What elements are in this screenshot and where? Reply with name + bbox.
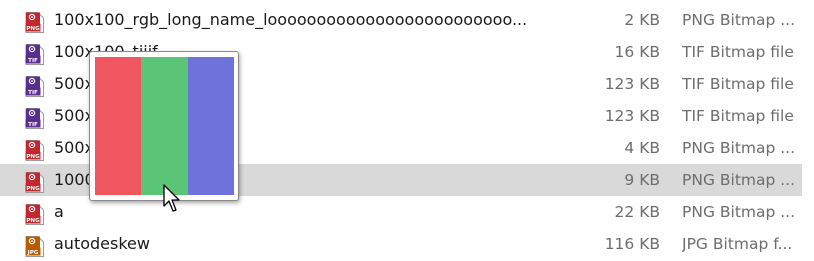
svg-text:PNG: PNG xyxy=(26,154,40,160)
file-type: JPG Bitmap f... xyxy=(682,235,793,253)
mouse-cursor-icon xyxy=(163,184,180,212)
png-file-icon: PNG xyxy=(25,140,44,161)
svg-text:PNG: PNG xyxy=(26,26,40,32)
file-name: 500x xyxy=(54,107,95,125)
svg-text:TIF: TIF xyxy=(28,122,38,128)
file-row[interactable]: JPG autodeskew 116 KB JPG Bitmap f... xyxy=(0,228,802,260)
tif-file-icon: TIF xyxy=(25,108,44,129)
file-type: PNG Bitmap ... xyxy=(682,171,796,189)
png-file-icon: PNG xyxy=(25,172,44,193)
tif-file-icon: TIF xyxy=(25,76,44,97)
tif-file-icon: TIF xyxy=(25,44,44,65)
file-type: TIF Bitmap file xyxy=(682,43,794,61)
file-size: 2 KB xyxy=(624,11,660,29)
file-name: 500x xyxy=(54,75,95,93)
svg-text:TIF: TIF xyxy=(28,58,38,64)
file-name: autodeskew xyxy=(54,235,150,253)
file-name: a xyxy=(54,203,64,221)
file-type: TIF Bitmap file xyxy=(682,75,794,93)
file-row[interactable]: PNG 100x100_rgb_long_name_loooooooooooooo… xyxy=(0,4,802,36)
file-name: 100x100_rgb_long_name_looooooooooooooooo… xyxy=(54,11,528,29)
svg-text:PNG: PNG xyxy=(26,186,40,192)
svg-text:PNG: PNG xyxy=(26,218,40,224)
jpg-file-icon: JPG xyxy=(25,236,44,257)
file-size: 123 KB xyxy=(604,107,660,125)
file-name: 500x xyxy=(54,139,95,157)
color-stripe xyxy=(141,57,188,195)
png-file-icon: PNG xyxy=(25,204,44,225)
file-size: 123 KB xyxy=(604,75,660,93)
file-type: PNG Bitmap ... xyxy=(682,203,796,221)
color-stripe xyxy=(95,57,142,195)
svg-text:TIF: TIF xyxy=(28,90,38,96)
file-size: 4 KB xyxy=(624,139,660,157)
file-size: 116 KB xyxy=(604,235,660,253)
thumbnail-image xyxy=(95,57,234,195)
file-type: PNG Bitmap ... xyxy=(682,139,796,157)
file-size: 22 KB xyxy=(614,203,660,221)
file-type: PNG Bitmap ... xyxy=(682,11,796,29)
color-stripe xyxy=(187,57,234,195)
svg-text:JPG: JPG xyxy=(27,250,39,256)
file-size: 9 KB xyxy=(624,171,660,189)
file-size: 16 KB xyxy=(614,43,660,61)
thumbnail-preview-tooltip xyxy=(89,51,239,201)
png-file-icon: PNG xyxy=(25,12,44,33)
file-type: TIF Bitmap file xyxy=(682,107,794,125)
